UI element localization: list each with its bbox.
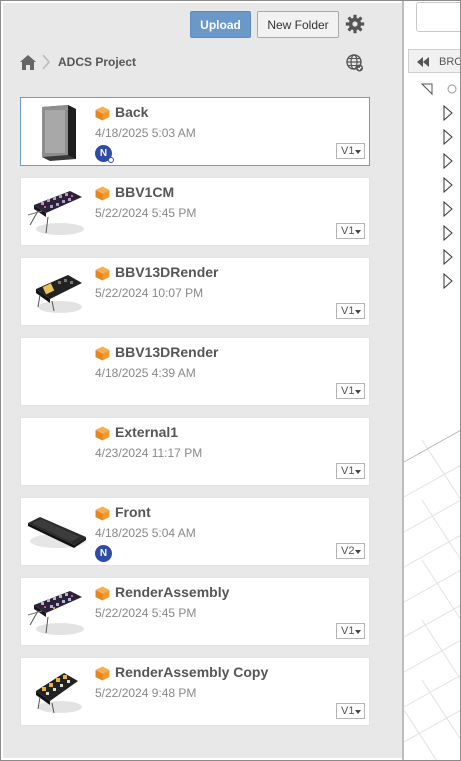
version-dropdown[interactable]: V1 [336, 703, 365, 719]
file-date: 4/23/2024 11:17 PM [95, 446, 203, 460]
file-date: 5/22/2024 10:07 PM [95, 286, 204, 300]
chevron-down-icon [355, 230, 361, 234]
version-dropdown[interactable]: V1 [336, 383, 365, 399]
file-name[interactable]: External1 [115, 424, 178, 440]
version-dropdown[interactable]: V1 [336, 143, 365, 159]
file-card[interactable]: External1 4/23/2024 11:17 PM V1 [20, 417, 370, 486]
data-panel: Upload New Folder ADCS Project Back 4/18… [3, 3, 402, 758]
chevron-down-icon [355, 550, 361, 554]
file-name[interactable]: BBV1CM [115, 184, 174, 200]
version-dropdown[interactable]: V2 [336, 543, 365, 559]
file-thumbnail [42, 105, 76, 161]
file-thumbnail [27, 191, 84, 235]
file-card[interactable]: RenderAssembly Copy 5/22/2024 9:48 PM V1 [20, 657, 370, 726]
design-workspace: BRO [402, 0, 461, 761]
design-file-icon [95, 506, 110, 521]
file-card[interactable]: BBV13DRender 5/22/2024 10:07 PM V1 [20, 257, 370, 326]
file-name[interactable]: BBV13DRender [115, 344, 218, 360]
chevron-down-icon [355, 390, 361, 394]
design-file-icon [95, 266, 110, 281]
breadcrumb-project[interactable]: ADCS Project [58, 55, 136, 69]
chevron-down-icon [355, 470, 361, 474]
file-thumbnail [27, 591, 84, 635]
chevron-down-icon [355, 710, 361, 714]
design-file-icon [95, 186, 110, 201]
data-panel-toolbar: Upload New Folder [3, 3, 402, 45]
file-date: 5/22/2024 5:45 PM [95, 206, 197, 220]
design-file-icon [95, 106, 110, 121]
chevron-right-icon [42, 54, 51, 70]
file-thumbnail [36, 275, 82, 313]
file-name[interactable]: BBV13DRender [115, 264, 218, 280]
file-name[interactable]: RenderAssembly [115, 584, 229, 600]
user-badge: N [95, 545, 112, 562]
new-folder-button[interactable]: New Folder [257, 11, 339, 38]
file-date: 5/22/2024 9:48 PM [95, 686, 197, 700]
viewport-grid [403, 83, 461, 761]
home-icon[interactable] [20, 55, 36, 70]
version-dropdown[interactable]: V1 [336, 303, 365, 319]
file-date: 5/22/2024 5:45 PM [95, 606, 197, 620]
design-file-icon [95, 426, 110, 441]
file-date: 4/18/2025 5:03 AM [95, 126, 196, 140]
upload-button[interactable]: Upload [190, 11, 251, 38]
file-card[interactable]: BBV13DRender 4/18/2025 4:39 AM V1 [20, 337, 370, 406]
file-thumbnail [24, 421, 90, 483]
version-dropdown[interactable]: V1 [336, 623, 365, 639]
user-badge: N [95, 145, 114, 163]
file-name[interactable]: Front [115, 504, 151, 520]
version-dropdown[interactable]: V1 [336, 463, 365, 479]
file-card[interactable]: Back 4/18/2025 5:03 AM N V1 [20, 97, 370, 166]
file-name[interactable]: RenderAssembly Copy [115, 664, 268, 680]
file-thumbnail [24, 341, 90, 403]
design-file-icon [95, 346, 110, 361]
file-thumbnail [36, 673, 82, 714]
globe-icon[interactable] [346, 54, 364, 72]
design-file-icon [95, 666, 110, 681]
file-name[interactable]: Back [115, 104, 148, 120]
gear-icon[interactable] [345, 14, 365, 34]
chevron-down-icon [355, 310, 361, 314]
version-dropdown[interactable]: V1 [336, 223, 365, 239]
file-date: 4/18/2025 5:04 AM [95, 526, 196, 540]
file-date: 4/18/2025 4:39 AM [95, 366, 196, 380]
design-file-icon [95, 586, 110, 601]
file-card[interactable]: BBV1CM 5/22/2024 5:45 PM V1 [20, 177, 370, 246]
file-card[interactable]: RenderAssembly 5/22/2024 5:45 PM V1 [20, 577, 370, 646]
file-card[interactable]: Front 4/18/2025 5:04 AM N V2 [20, 497, 370, 566]
chevron-down-icon [355, 630, 361, 634]
file-thumbnail [28, 517, 86, 548]
chevron-down-icon [355, 150, 361, 154]
breadcrumb: ADCS Project [3, 48, 402, 76]
